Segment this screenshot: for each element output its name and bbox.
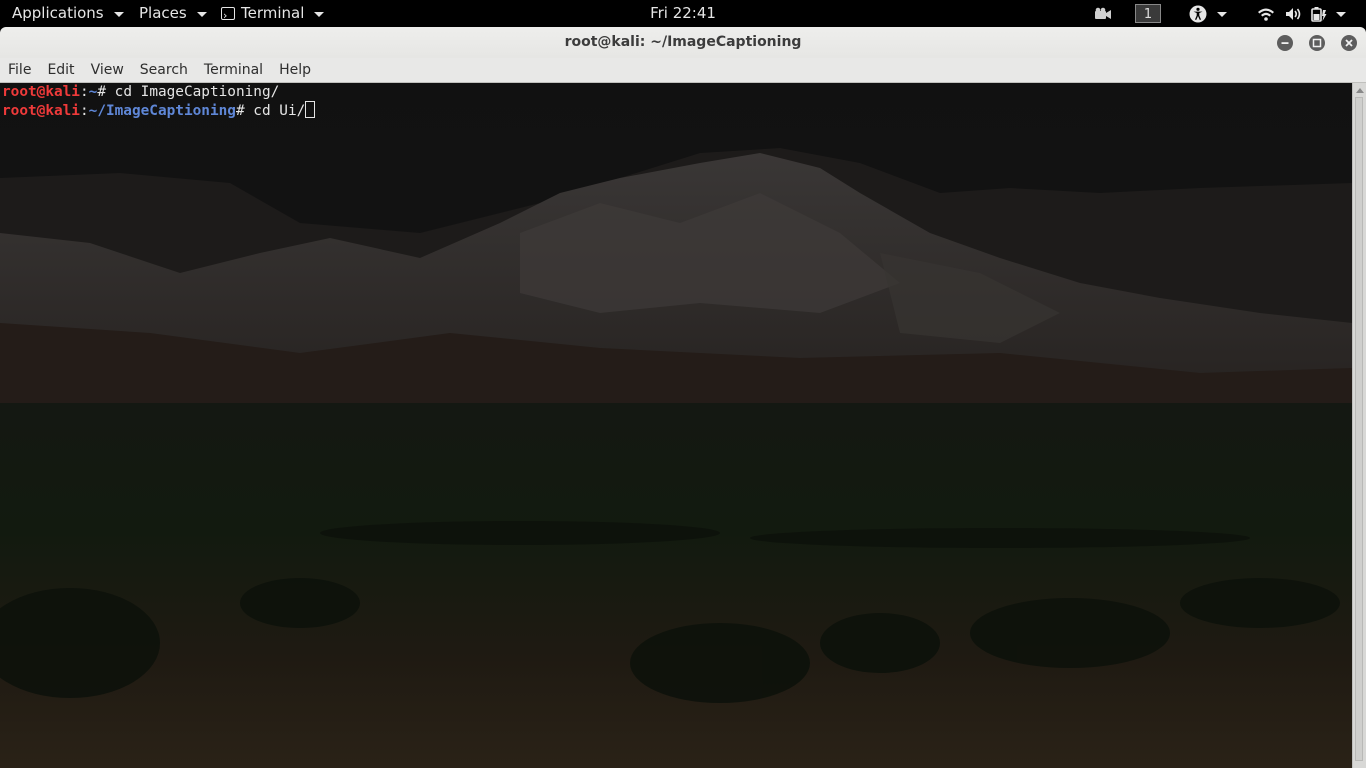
- places-label: Places: [139, 4, 187, 22]
- video-camera-icon[interactable]: [1094, 0, 1112, 27]
- terminal-line: root@kali:~/ImageCaptioning# cd Ui/: [2, 101, 316, 120]
- prompt-separator: :: [79, 103, 89, 119]
- chevron-down-icon: [1336, 12, 1346, 17]
- workspace-indicator[interactable]: 1: [1135, 0, 1161, 27]
- menu-search[interactable]: Search: [132, 58, 196, 82]
- menubar: File Edit View Search Terminal Help: [0, 58, 1366, 83]
- terminal-app-label: Terminal: [241, 4, 305, 22]
- close-icon: [1345, 39, 1353, 47]
- chevron-down-icon: [196, 12, 207, 17]
- chevron-down-icon: [314, 12, 325, 17]
- menu-view[interactable]: View: [83, 58, 132, 82]
- volume-icon: [1286, 7, 1301, 20]
- prompt-separator: :: [79, 84, 89, 100]
- window-title: root@kali: ~/ImageCaptioning: [564, 34, 802, 50]
- terminal-line: root@kali:~# cd ImageCaptioning/: [2, 83, 315, 101]
- prompt-symbol: #: [235, 103, 245, 119]
- minimize-button[interactable]: [1277, 35, 1293, 51]
- menu-help[interactable]: Help: [271, 58, 319, 82]
- applications-label: Applications: [12, 4, 104, 22]
- menu-file[interactable]: File: [0, 58, 39, 82]
- command-text: cd ImageCaptioning/: [106, 84, 280, 100]
- terminal-text: root@kali:~# cd ImageCaptioning/root@kal…: [2, 83, 316, 120]
- maximize-button[interactable]: [1309, 35, 1325, 51]
- minimize-icon: [1281, 42, 1289, 44]
- top-panel: Applications Places Terminal Fri 22:41 1: [0, 0, 1366, 29]
- scroll-up-arrow-icon[interactable]: [1356, 88, 1364, 93]
- vertical-scrollbar[interactable]: [1352, 83, 1366, 768]
- text-cursor: [305, 101, 316, 118]
- menu-terminal[interactable]: Terminal: [196, 58, 271, 82]
- prompt-symbol: #: [97, 84, 106, 100]
- accessibility-menu[interactable]: [1189, 0, 1227, 27]
- background-wallpaper: [0, 83, 1352, 768]
- clock[interactable]: Fri 22:41: [650, 4, 716, 22]
- accessibility-icon: [1189, 5, 1207, 22]
- workspace-number: 1: [1135, 4, 1161, 23]
- places-menu[interactable]: Places: [139, 0, 207, 27]
- command-text: cd Ui/: [244, 103, 306, 119]
- terminal-window: root@kali: ~/ImageCaptioning File Edit V…: [0, 27, 1366, 768]
- maximize-icon: [1312, 38, 1322, 48]
- terminal-icon: [221, 2, 235, 29]
- window-titlebar[interactable]: root@kali: ~/ImageCaptioning: [0, 27, 1366, 58]
- prompt-path: ~/ImageCaptioning: [88, 103, 236, 119]
- wifi-icon: [1258, 8, 1274, 21]
- scrollbar-thumb[interactable]: [1355, 97, 1363, 761]
- battery-charging-icon: [1311, 6, 1327, 22]
- terminal-output[interactable]: root@kali:~# cd ImageCaptioning/root@kal…: [0, 83, 1352, 768]
- prompt-user: root@kali: [2, 84, 80, 100]
- chevron-down-icon: [113, 12, 124, 17]
- chevron-down-icon: [1217, 12, 1227, 17]
- system-status-menu[interactable]: [1257, 0, 1346, 27]
- close-button[interactable]: [1341, 35, 1357, 51]
- menu-edit[interactable]: Edit: [39, 58, 82, 82]
- applications-menu[interactable]: Applications: [12, 0, 124, 27]
- terminal-app-menu[interactable]: Terminal: [221, 0, 325, 29]
- prompt-user: root@kali: [2, 103, 80, 119]
